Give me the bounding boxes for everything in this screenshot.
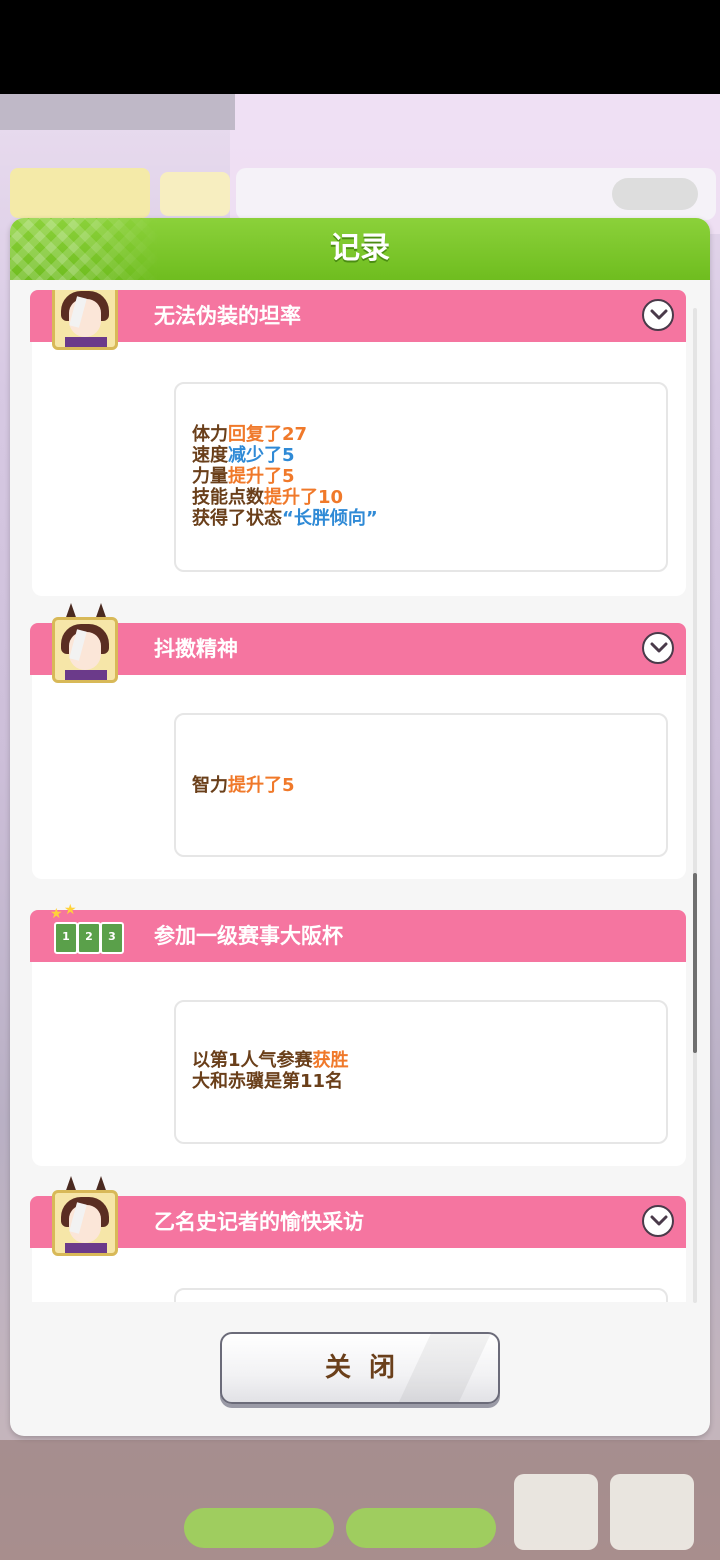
entry-header[interactable]: 参加一级赛事大阪杯 — [30, 910, 686, 962]
character-avatar — [52, 617, 118, 683]
close-button-label: 关闭 — [324, 1353, 413, 1383]
list-item: 参加一级赛事大阪杯 ★ ★ 1 2 3 以第1人气参赛获胜 大和赤骥是第11名 — [30, 902, 686, 1172]
result-line: 技能点数提升了10 — [192, 487, 344, 508]
entry-header[interactable]: 抖擞精神 — [30, 623, 686, 675]
dialog-header: 记录 — [10, 218, 710, 280]
background-button — [184, 1508, 334, 1548]
background-button — [346, 1508, 496, 1548]
entry-text-box — [174, 1288, 668, 1302]
character-avatar — [52, 290, 118, 350]
background-button — [514, 1474, 598, 1550]
entry-header[interactable]: 乙名史记者的愉快采访 — [30, 1196, 686, 1248]
result-line: 大和赤骥是第11名 — [192, 1071, 344, 1092]
entry-title: 参加一级赛事大阪杯 — [154, 924, 343, 948]
race-ranking-icon: ★ ★ 1 2 3 — [46, 902, 128, 962]
background-pill — [612, 178, 698, 210]
list-item: 乙名史记者的愉快采访 — [30, 1176, 686, 1302]
record-list[interactable]: 无法伪装的坦率 体力回复了27 速度减少了5 力量提升了5 技能点数提升了10 … — [30, 290, 690, 1302]
dialog-title: 记录 — [330, 231, 390, 266]
result-line: 以第1人气参赛获胜 — [192, 1050, 349, 1071]
close-button[interactable]: 关闭 — [220, 1332, 500, 1404]
chevron-down-icon[interactable] — [642, 1205, 674, 1237]
entry-title: 抖擞精神 — [154, 637, 238, 661]
result-line: 体力回复了27 — [192, 424, 308, 445]
entry-title: 无法伪装的坦率 — [154, 304, 301, 328]
background-card — [160, 172, 230, 216]
scrollbar-track[interactable] — [693, 308, 697, 1303]
character-avatar — [52, 1190, 118, 1256]
list-item: 无法伪装的坦率 体力回复了27 速度减少了5 力量提升了5 技能点数提升了10 … — [30, 290, 686, 600]
result-line: 智力提升了5 — [192, 775, 295, 796]
record-dialog: 记录 无法伪装的坦率 体力回复了27 速度减少了5 力量提升了5 技能点数提升了… — [10, 218, 710, 1436]
chevron-down-icon[interactable] — [642, 632, 674, 664]
entry-text-box: 以第1人气参赛获胜 大和赤骥是第11名 — [174, 1000, 668, 1144]
status-bar — [0, 0, 720, 94]
entry-text-box: 智力提升了5 — [174, 713, 668, 857]
entry-text-box: 体力回复了27 速度减少了5 力量提升了5 技能点数提升了10 获得了状态“长胖… — [174, 382, 668, 572]
entry-header[interactable]: 无法伪装的坦率 — [30, 290, 686, 342]
result-line: 速度减少了5 — [192, 445, 295, 466]
chevron-down-icon[interactable] — [642, 299, 674, 331]
scrollbar-thumb[interactable] — [693, 873, 697, 1053]
background-button — [610, 1474, 694, 1550]
list-item: 抖擞精神 智力提升了5 — [30, 603, 686, 885]
background-card — [10, 168, 150, 218]
background-header — [0, 94, 235, 130]
entry-title: 乙名史记者的愉快采访 — [154, 1210, 364, 1234]
result-line: 力量提升了5 — [192, 466, 295, 487]
result-line: 获得了状态“长胖倾向” — [192, 508, 378, 529]
